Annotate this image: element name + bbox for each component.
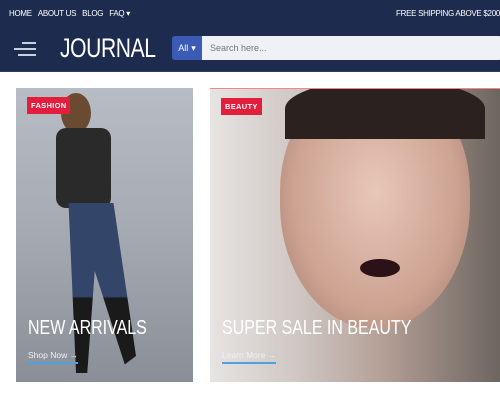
- top-nav: HOME ABOUT US BLOG FAQ ▾: [9, 9, 130, 18]
- category-label: All: [178, 43, 189, 53]
- chevron-down-icon: ▾: [126, 9, 130, 18]
- logo[interactable]: JOURNAL: [60, 33, 156, 64]
- banner-beauty[interactable]: BEAUTY SUPER SALE IN BEAUTY Learn More →: [210, 88, 500, 382]
- nav-home[interactable]: HOME: [9, 9, 32, 18]
- chevron-down-icon: ▾: [191, 42, 196, 53]
- header: JOURNAL All ▾: [0, 30, 500, 72]
- hair: [285, 89, 485, 139]
- lips: [360, 259, 400, 277]
- menu-icon[interactable]: [14, 40, 36, 58]
- top-bar: HOME ABOUT US BLOG FAQ ▾ FREE SHIPPING A…: [0, 0, 500, 30]
- banner-title: NEW ARRIVALS: [28, 317, 147, 339]
- shipping-notice: FREE SHIPPING ABOVE $200: [396, 9, 500, 18]
- badge-beauty: BEAUTY: [221, 98, 262, 115]
- nav-blog[interactable]: BLOG: [82, 9, 103, 18]
- model-image-legs: [68, 203, 136, 373]
- nav-about-us[interactable]: ABOUT US: [38, 9, 77, 18]
- nav-faq-label: FAQ: [109, 9, 125, 18]
- search-bar: All ▾: [172, 36, 500, 60]
- shop-now-link[interactable]: Shop Now →: [28, 350, 79, 364]
- banner-title: SUPER SALE IN BEAUTY: [222, 317, 412, 339]
- search-input[interactable]: [202, 36, 500, 60]
- category-select[interactable]: All ▾: [172, 36, 202, 60]
- learn-more-link[interactable]: Learn More →: [222, 350, 277, 364]
- nav-faq[interactable]: FAQ ▾: [109, 9, 130, 18]
- banner-fashion[interactable]: FASHION NEW ARRIVALS Shop Now →: [16, 88, 193, 382]
- badge-fashion: FASHION: [27, 97, 71, 114]
- model-image-body: [56, 128, 111, 208]
